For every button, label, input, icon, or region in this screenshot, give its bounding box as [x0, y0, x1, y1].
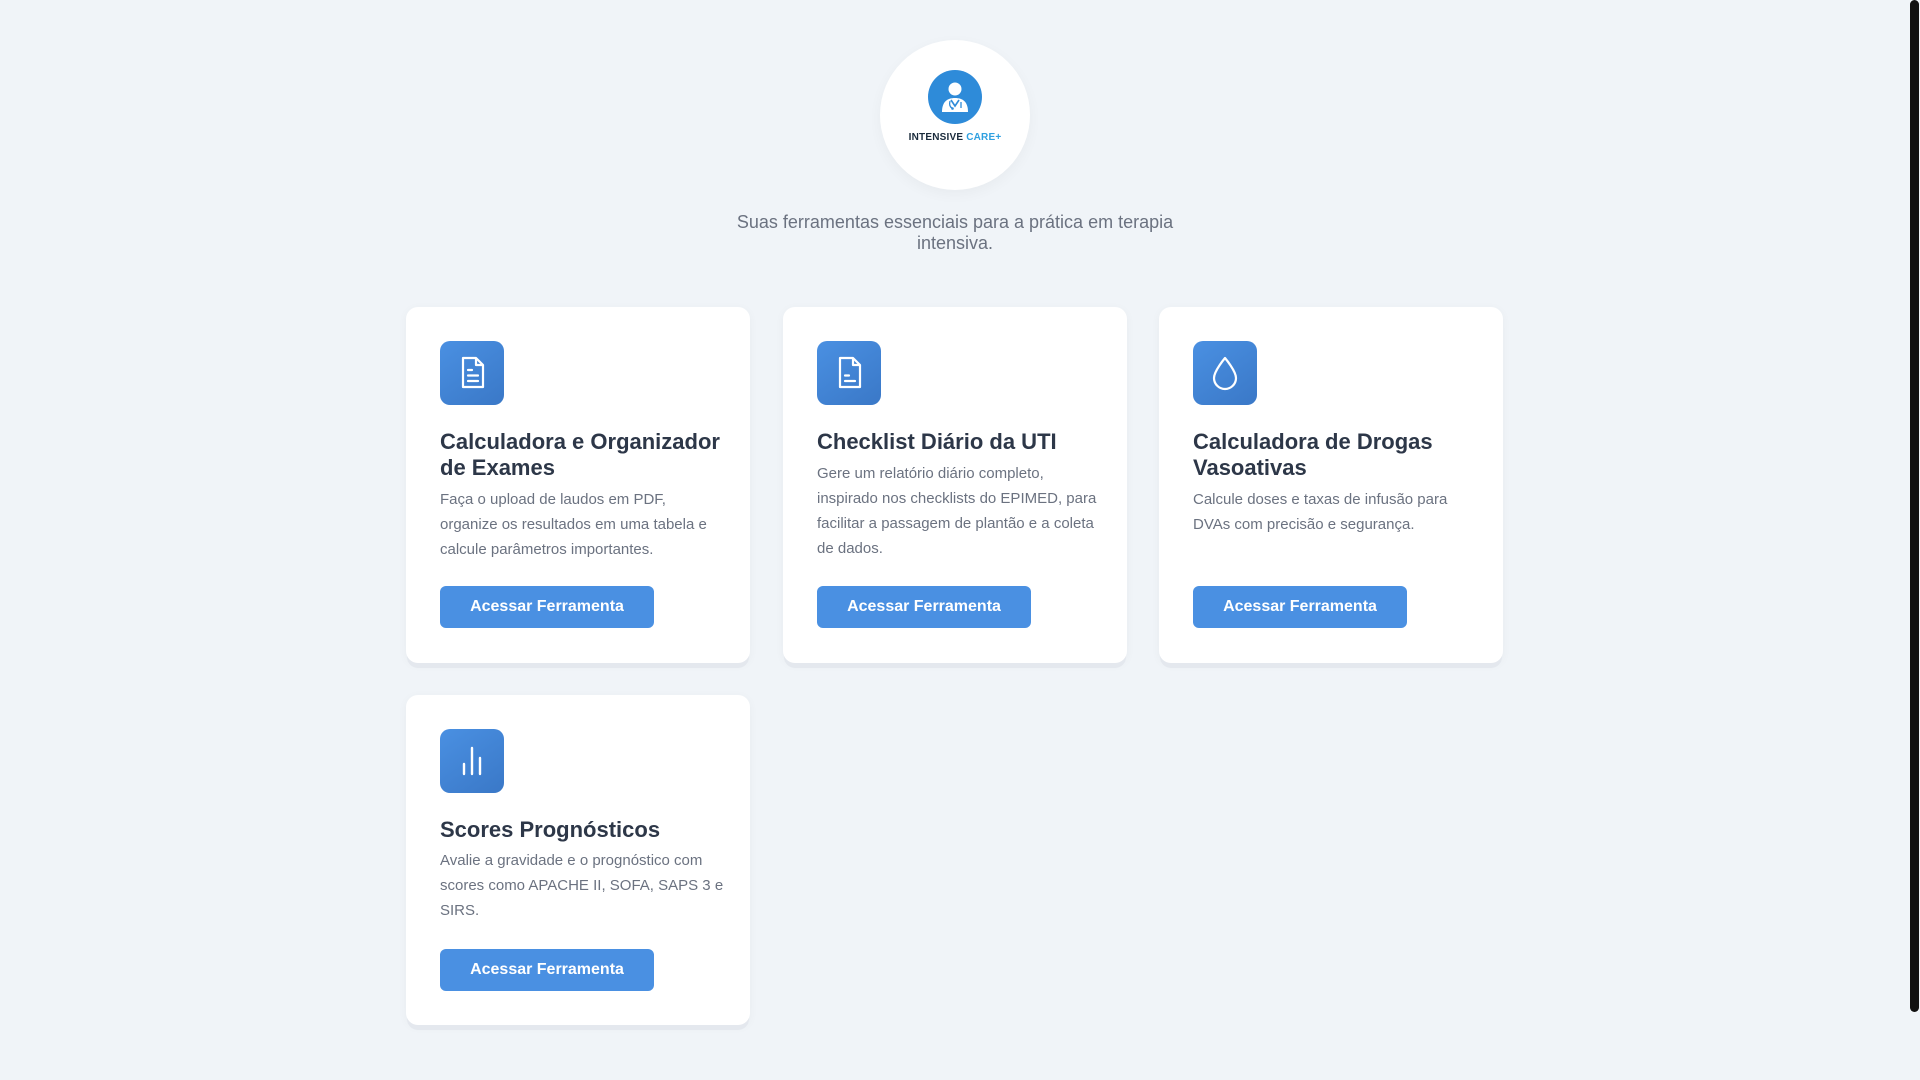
tool-description: Faça o upload de laudos em PDF, organize…	[440, 491, 707, 558]
tool-title: Calculadora de Drogas Vasoativas	[1193, 429, 1433, 480]
tool-card-scores: Scores Prognósticos Avalie a gravidade e…	[406, 695, 750, 1025]
doctor-icon	[928, 70, 982, 124]
tool-card-exames: Calculadora e Organizador de Exames Faça…	[406, 307, 750, 663]
tool-card-checklist: Checklist Diário da UTI Gere um relatóri…	[783, 307, 1127, 663]
access-tool-button[interactable]: Acessar Ferramenta	[1193, 586, 1407, 628]
logo-wordmark: INTENSIVE CARE+	[880, 132, 1030, 143]
page: INTENSIVE CARE+ Suas ferramentas essenci…	[0, 0, 1920, 1080]
tool-description: Gere um relatório diário completo, inspi…	[817, 465, 1097, 557]
logo-text-main: INTENSIVE	[908, 132, 964, 143]
access-tool-button[interactable]: Acessar Ferramenta	[817, 586, 1031, 628]
page-tagline: Suas ferramentas essenciais para a práti…	[736, 212, 1174, 253]
scrollbar-thumb[interactable]	[1910, 0, 1919, 1012]
droplet-icon	[1193, 341, 1257, 405]
tool-title: Checklist Diário da UTI	[817, 429, 1057, 454]
tool-title: Scores Prognósticos	[440, 817, 661, 842]
document-icon	[817, 341, 881, 405]
logo-text-accent: CARE+	[966, 132, 1002, 143]
access-tool-button[interactable]: Acessar Ferramenta	[440, 586, 654, 628]
scrollbar-track[interactable]	[1908, 0, 1920, 1080]
tool-card-dva: Calculadora de Drogas Vasoativas Calcule…	[1159, 307, 1503, 663]
access-tool-button[interactable]: Acessar Ferramenta	[440, 949, 654, 991]
tool-title: Calculadora e Organizador de Exames	[440, 429, 720, 480]
tool-description: Calcule doses e taxas de infusão para DV…	[1193, 491, 1448, 533]
tool-description: Avalie a gravidade e o prognóstico com s…	[440, 852, 724, 919]
app-logo: INTENSIVE CARE+	[880, 40, 1030, 190]
bar-chart-icon	[440, 729, 504, 793]
document-icon	[440, 341, 504, 405]
